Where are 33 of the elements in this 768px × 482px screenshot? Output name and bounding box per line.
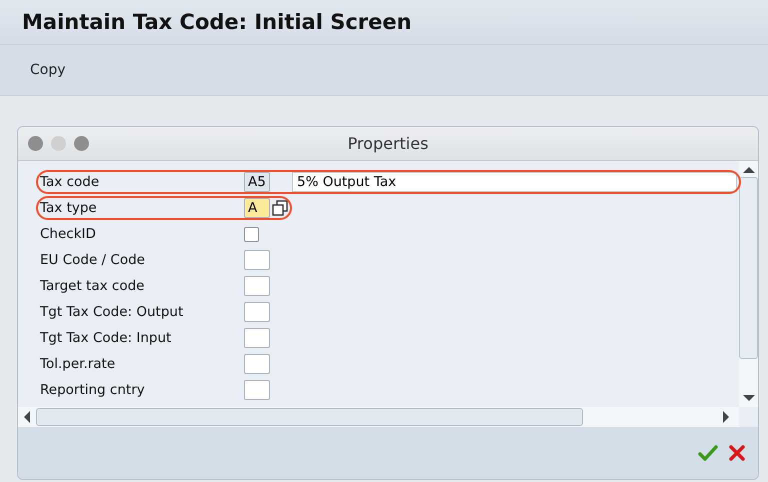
input-field[interactable]: A5	[244, 172, 270, 192]
value-help-icon[interactable]	[272, 200, 288, 216]
window-control-icon[interactable]	[28, 136, 43, 151]
window-control-icon[interactable]	[51, 136, 66, 151]
field-label: Target tax code	[40, 278, 146, 294]
horizontal-scrollbar[interactable]	[18, 407, 739, 427]
input-field[interactable]	[244, 328, 270, 348]
scroll-down-icon[interactable]	[742, 395, 754, 401]
field-label: Tax code	[40, 174, 100, 190]
window-control-icon[interactable]	[74, 136, 89, 151]
close-icon[interactable]	[728, 444, 746, 462]
field-label: Tol.per.rate	[40, 356, 116, 372]
checkbox[interactable]	[244, 226, 259, 242]
description-field[interactable]: 5% Output Tax	[292, 172, 737, 192]
input-field[interactable]	[244, 380, 270, 400]
scroll-thumb[interactable]	[739, 177, 758, 359]
window-title: Maintain Tax Code: Initial Screen	[22, 10, 412, 34]
dialog-title: Properties	[346, 134, 430, 153]
checkmark-icon[interactable]	[698, 444, 718, 462]
input-field[interactable]: A	[244, 198, 270, 218]
input-field[interactable]	[244, 302, 270, 322]
field-label: EU Code / Code	[40, 252, 146, 268]
vertical-scrollbar[interactable]	[739, 161, 758, 407]
field-label: Tax type	[40, 200, 98, 216]
field-label: Tgt Tax Code: Output	[40, 304, 184, 320]
copy-button[interactable]: Copy	[18, 58, 78, 82]
scroll-thumb[interactable]	[36, 408, 583, 426]
field-label: CheckID	[40, 226, 97, 242]
input-field[interactable]	[244, 276, 270, 296]
input-field[interactable]	[244, 250, 270, 270]
field-label: Tgt Tax Code: Input	[40, 330, 172, 346]
input-field[interactable]	[244, 354, 270, 374]
field-label: Reporting cntry	[40, 382, 146, 398]
